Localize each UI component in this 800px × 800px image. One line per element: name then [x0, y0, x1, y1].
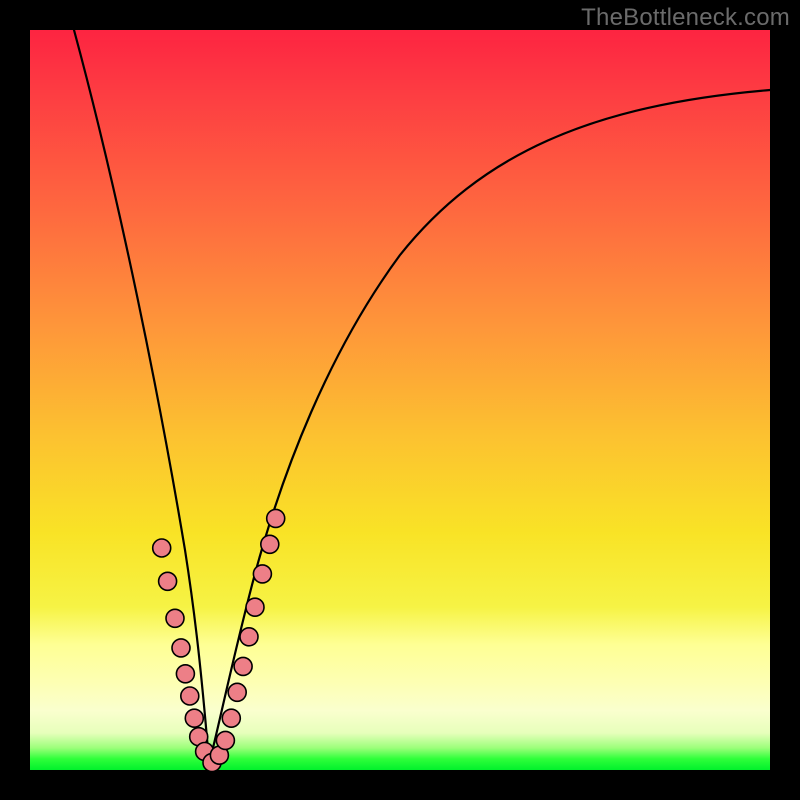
marker-point — [176, 665, 194, 683]
marker-point — [240, 628, 258, 646]
watermark-text: TheBottleneck.com — [581, 4, 790, 32]
marker-point — [267, 509, 285, 527]
marker-point — [172, 639, 190, 657]
marker-group — [153, 509, 285, 771]
marker-point — [166, 609, 184, 627]
marker-point — [222, 709, 240, 727]
marker-point — [216, 731, 234, 749]
marker-point — [181, 687, 199, 705]
marker-point — [153, 539, 171, 557]
marker-point — [185, 709, 203, 727]
curve-layer — [30, 30, 770, 770]
marker-point — [253, 565, 271, 583]
marker-point — [261, 535, 279, 553]
marker-point — [228, 683, 246, 701]
plot-area — [30, 30, 770, 770]
chart-frame: TheBottleneck.com — [0, 0, 800, 800]
marker-point — [246, 598, 264, 616]
marker-point — [159, 572, 177, 590]
marker-point — [234, 657, 252, 675]
